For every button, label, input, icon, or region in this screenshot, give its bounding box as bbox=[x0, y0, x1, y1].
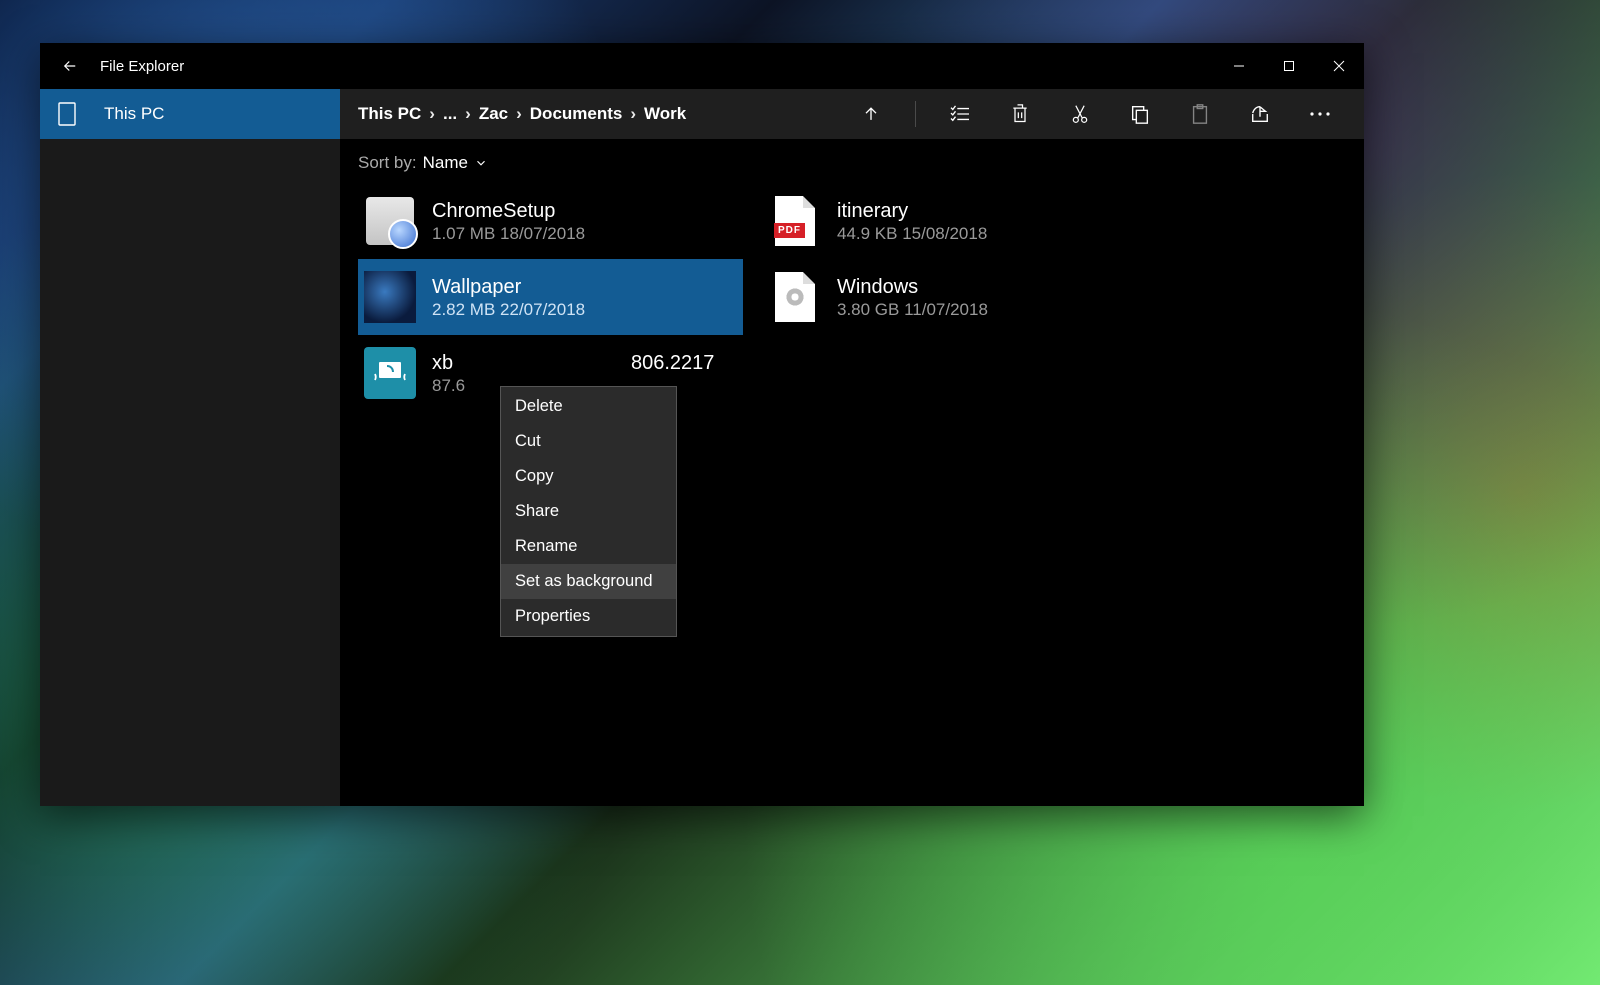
cut-button[interactable] bbox=[1054, 89, 1106, 139]
copy-icon bbox=[1129, 103, 1151, 125]
main-pane: This PC › ... › Zac › Documents › Work bbox=[340, 89, 1364, 806]
breadcrumb-segment[interactable]: Zac bbox=[479, 104, 508, 124]
file-item[interactable]: PDF itinerary 44.9 KB 15/08/2018 bbox=[763, 183, 1148, 259]
breadcrumb-segment[interactable]: This PC bbox=[358, 104, 421, 124]
sidebar-item-this-pc[interactable]: This PC bbox=[40, 89, 340, 139]
tablet-icon bbox=[58, 102, 76, 126]
chevron-right-icon: › bbox=[516, 104, 522, 124]
trash-icon bbox=[1010, 103, 1030, 125]
file-name: Wallpaper bbox=[432, 275, 585, 300]
file-item[interactable]: Wallpaper 2.82 MB 22/07/2018 bbox=[358, 259, 743, 335]
sort-by-label: Sort by: bbox=[358, 153, 417, 173]
delete-button[interactable] bbox=[994, 89, 1046, 139]
ctx-rename[interactable]: Rename bbox=[501, 529, 676, 564]
file-grid: ChromeSetup 1.07 MB 18/07/2018 PDF itine… bbox=[340, 183, 1364, 411]
minimize-icon bbox=[1233, 60, 1245, 72]
ctx-delete[interactable]: Delete bbox=[501, 389, 676, 424]
context-menu: Delete Cut Copy Share Rename Set as back… bbox=[500, 386, 677, 637]
ctx-copy[interactable]: Copy bbox=[501, 459, 676, 494]
file-explorer-window: File Explorer This PC This PC › bbox=[40, 43, 1364, 806]
file-name: xboxwirelessdisplay_1806.2217 bbox=[432, 351, 714, 376]
iso-icon bbox=[769, 271, 821, 323]
close-icon bbox=[1333, 60, 1345, 72]
ctx-set-as-background[interactable]: Set as background bbox=[501, 564, 676, 599]
breadcrumb: This PC › ... › Zac › Documents › Work bbox=[358, 104, 686, 124]
chevron-down-icon bbox=[474, 156, 488, 170]
file-name: itinerary bbox=[837, 199, 987, 224]
scissors-icon bbox=[1070, 103, 1090, 125]
share-icon bbox=[1249, 104, 1271, 124]
close-button[interactable] bbox=[1314, 43, 1364, 89]
breadcrumb-segment[interactable]: Documents bbox=[530, 104, 623, 124]
file-name: Windows bbox=[837, 275, 988, 300]
chevron-right-icon: › bbox=[630, 104, 636, 124]
file-item[interactable]: Windows 3.80 GB 11/07/2018 bbox=[763, 259, 1148, 335]
paste-button[interactable] bbox=[1174, 89, 1226, 139]
installer-icon bbox=[364, 195, 416, 247]
file-meta: 2.82 MB 22/07/2018 bbox=[432, 300, 585, 320]
titlebar: File Explorer bbox=[40, 43, 1364, 89]
toolbar-divider bbox=[915, 101, 916, 127]
ctx-share[interactable]: Share bbox=[501, 494, 676, 529]
checklist-icon bbox=[949, 105, 971, 123]
toolbar: This PC › ... › Zac › Documents › Work bbox=[340, 89, 1364, 139]
arrow-left-icon bbox=[61, 57, 79, 75]
file-meta: 3.80 GB 11/07/2018 bbox=[837, 300, 988, 320]
ctx-properties[interactable]: Properties bbox=[501, 599, 676, 634]
wireless-display-icon bbox=[364, 347, 416, 399]
file-item[interactable]: ChromeSetup 1.07 MB 18/07/2018 bbox=[358, 183, 743, 259]
file-name: ChromeSetup bbox=[432, 199, 585, 224]
share-button[interactable] bbox=[1234, 89, 1286, 139]
ellipsis-icon bbox=[1309, 111, 1331, 117]
maximize-icon bbox=[1283, 60, 1295, 72]
app-title: File Explorer bbox=[100, 58, 184, 75]
sidebar: This PC bbox=[40, 89, 340, 806]
breadcrumb-segment[interactable]: Work bbox=[644, 104, 686, 124]
copy-button[interactable] bbox=[1114, 89, 1166, 139]
minimize-button[interactable] bbox=[1214, 43, 1264, 89]
file-meta: 1.07 MB 18/07/2018 bbox=[432, 224, 585, 244]
maximize-button[interactable] bbox=[1264, 43, 1314, 89]
more-button[interactable] bbox=[1294, 89, 1346, 139]
select-all-button[interactable] bbox=[934, 89, 986, 139]
file-meta: 44.9 KB 15/08/2018 bbox=[837, 224, 987, 244]
breadcrumb-segment[interactable]: ... bbox=[443, 104, 457, 124]
arrow-up-icon bbox=[861, 104, 881, 124]
sidebar-item-label: This PC bbox=[104, 104, 164, 124]
sort-by-dropdown[interactable]: Sort by: Name bbox=[340, 139, 1364, 183]
chevron-right-icon: › bbox=[465, 104, 471, 124]
chevron-right-icon: › bbox=[429, 104, 435, 124]
back-button[interactable] bbox=[40, 57, 100, 75]
sort-by-value: Name bbox=[423, 153, 468, 173]
image-thumbnail-icon bbox=[364, 271, 416, 323]
paste-icon bbox=[1189, 103, 1211, 125]
up-button[interactable] bbox=[845, 89, 897, 139]
ctx-cut[interactable]: Cut bbox=[501, 424, 676, 459]
pdf-icon: PDF bbox=[769, 195, 821, 247]
